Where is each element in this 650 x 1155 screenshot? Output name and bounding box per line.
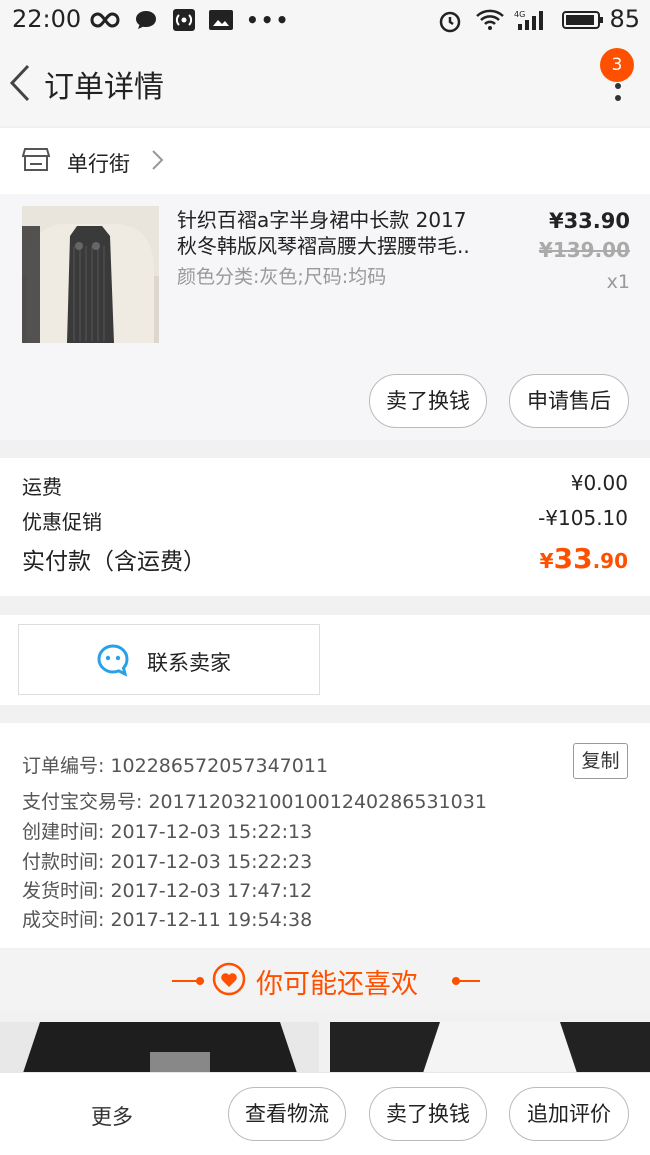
message-icon <box>134 8 158 32</box>
nav-bar: 订单详情 3 <box>0 40 650 126</box>
product-quantity: x1 <box>606 271 630 293</box>
total-value: ¥33.90 <box>540 542 628 575</box>
store-icon <box>21 147 51 177</box>
total-label: 实付款（含运费） <box>22 549 206 575</box>
shipping-label: 运费 <box>22 475 62 499</box>
order-number: 订单编号: 1022865720573470​11 <box>22 755 329 777</box>
contact-seller-label: 联系卖家 <box>147 651 231 675</box>
status-time: 22:00 <box>12 5 82 33</box>
recommend-header: 你可能还喜欢 <box>0 950 650 1012</box>
after-sales-button[interactable]: 申请售后 <box>509 374 629 428</box>
product-title-line2: 秋冬韩版风琴褶高腰大摆腰带毛.. <box>177 234 470 258</box>
total-row: 实付款（含运费） ¥33.90 <box>22 542 628 576</box>
battery-level: 85 <box>609 5 640 33</box>
contact-section: 联系卖家 <box>0 615 650 705</box>
heart-icon <box>212 962 246 1000</box>
product-image <box>22 206 159 343</box>
created-time: 创建时间: 2017-12-03 15:22:13 <box>22 821 313 843</box>
recommend-title: 你可能还喜欢 <box>256 969 418 1000</box>
hotspot-icon <box>172 8 196 32</box>
contact-seller-button[interactable]: 联系卖家 <box>18 624 320 695</box>
product-original-price: ¥139.00 <box>538 238 630 262</box>
fee-summary: 运费 ¥0.00 优惠促销 -¥105.10 实付款（含运费） ¥33.90 <box>0 458 650 596</box>
shop-name: 单行街 <box>67 152 130 176</box>
order-info: 订单编号: 1022865720573470​11 复制 支付宝交易号: 201… <box>0 723 650 948</box>
discount-row: 优惠促销 -¥105.10 <box>22 506 628 535</box>
shop-row[interactable]: 单行街 <box>0 128 650 194</box>
shipping-value: ¥0.00 <box>570 471 628 495</box>
copy-button[interactable]: 复制 <box>573 743 628 779</box>
product-title-line1: 针织百褶a字半身裙中长款 2017 <box>177 208 467 232</box>
discount-label: 优惠促销 <box>22 510 102 534</box>
status-bar: 22:00 ••• 4G 85 <box>0 0 650 40</box>
discount-value: -¥105.10 <box>538 506 628 530</box>
resell-button[interactable]: 卖了换钱 <box>369 374 487 428</box>
product-title: 针织百褶a字半身裙中长款 2017 秋冬韩版风琴褶高腰大摆腰带毛.. <box>177 207 507 259</box>
paid-time: 付款时间: 2017-12-03 15:22:23 <box>22 851 313 873</box>
chat-bubble-icon <box>95 643 131 681</box>
divider-dot <box>196 977 204 985</box>
notification-badge: 3 <box>600 48 634 82</box>
page-title: 订单详情 <box>44 70 164 105</box>
wifi-icon <box>475 8 505 32</box>
shipped-time: 发货时间: 2017-12-03 17:47:12 <box>22 880 313 902</box>
alarm-icon <box>437 8 463 33</box>
shipping-row: 运费 ¥0.00 <box>22 471 628 500</box>
completed-time: 成交时间: 2017-12-11 19:54:38 <box>22 909 313 931</box>
total-decimal: .90 <box>592 549 628 573</box>
svg-text:4G: 4G <box>514 10 525 19</box>
more-notifications-icon: ••• <box>246 8 291 32</box>
resell-bottom-button[interactable]: 卖了换钱 <box>369 1087 487 1141</box>
view-logistics-button[interactable]: 查看物流 <box>228 1087 346 1141</box>
product-sku: 颜色分类:灰色;尺码:均码 <box>177 266 387 288</box>
signal-icon: 4G <box>514 8 550 32</box>
product-price: ¥33.90 <box>548 209 630 233</box>
chevron-right-icon <box>150 148 164 176</box>
battery-icon <box>562 8 604 32</box>
alipay-number: 支付宝交易号: 2017120321001001240286531031 <box>22 791 487 813</box>
total-currency: ¥ <box>539 549 554 573</box>
image-notification-icon <box>208 8 234 32</box>
back-button[interactable] <box>6 60 36 106</box>
order-item[interactable]: 针织百褶a字半身裙中长款 2017 秋冬韩版风琴褶高腰大摆腰带毛.. 颜色分类:… <box>0 194 650 440</box>
chevron-left-icon <box>9 64 30 102</box>
total-integer: 33 <box>553 542 593 575</box>
bottom-action-bar: 更多 查看物流 卖了换钱 追加评价 <box>0 1072 650 1155</box>
add-review-button[interactable]: 追加评价 <box>509 1087 629 1141</box>
divider <box>452 980 480 982</box>
more-actions-button[interactable]: 更多 <box>91 1101 133 1131</box>
infinity-icon <box>90 8 120 32</box>
